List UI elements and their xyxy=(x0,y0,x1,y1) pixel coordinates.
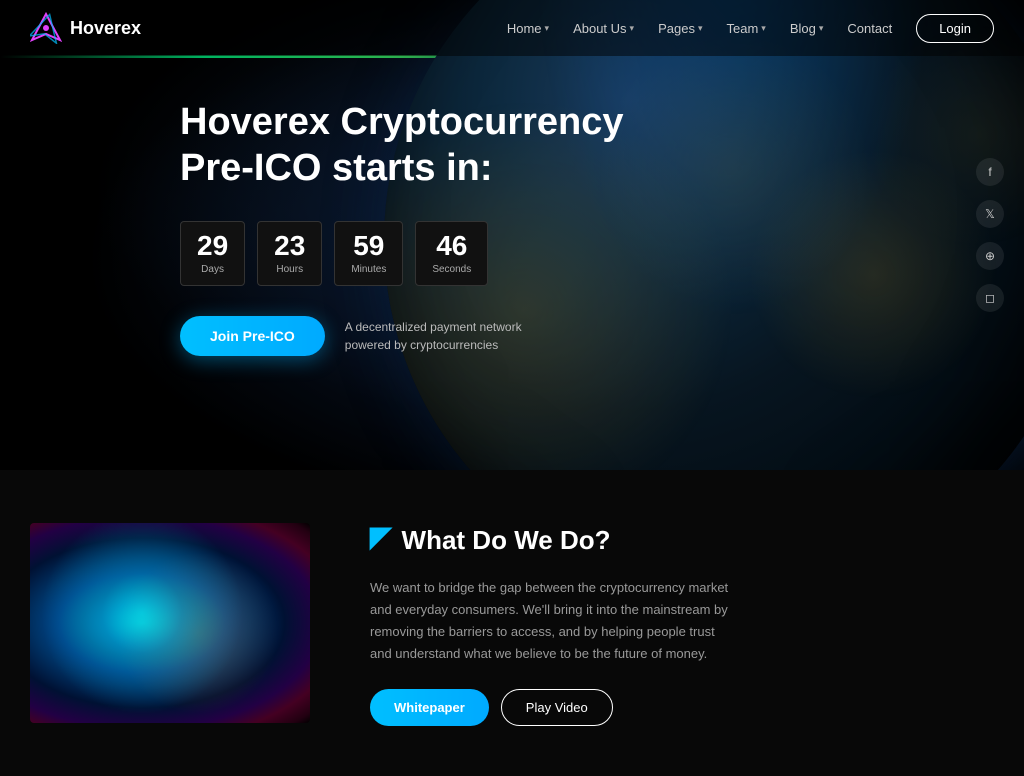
minutes-label: Minutes xyxy=(351,264,386,275)
countdown-seconds: 46 Seconds xyxy=(415,221,488,286)
what-we-do-section: ◤ What Do We Do? We want to bridge the g… xyxy=(0,470,1024,776)
hours-value: 23 xyxy=(274,232,305,260)
section2-buttons: Whitepaper Play Video xyxy=(370,689,994,726)
section2-body: We want to bridge the gap between the cr… xyxy=(370,577,730,665)
nebula-image xyxy=(30,523,310,723)
twitter-icon[interactable]: 𝕏 xyxy=(976,200,1004,228)
nav-home[interactable]: Home ▾ xyxy=(507,21,549,36)
brand-logo xyxy=(30,12,62,44)
home-dropdown-arrow: ▾ xyxy=(545,23,550,34)
join-preico-button[interactable]: Join Pre-ICO xyxy=(180,316,325,356)
pages-dropdown-arrow: ▾ xyxy=(698,23,703,34)
section2-title: ◤ What Do We Do? xyxy=(370,520,994,561)
whitepaper-button[interactable]: Whitepaper xyxy=(370,689,489,726)
countdown-minutes: 59 Minutes xyxy=(334,221,403,286)
hero-tagline: A decentralized payment network powered … xyxy=(345,318,522,354)
days-label: Days xyxy=(197,264,228,275)
dribbble-icon[interactable]: ⊕ xyxy=(976,242,1004,270)
nav-team[interactable]: Team ▾ xyxy=(726,21,765,36)
navbar: Hoverex Home ▾ About Us ▾ Pages ▾ Team ▾… xyxy=(0,0,1024,56)
countdown-days: 29 Days xyxy=(180,221,245,286)
blog-dropdown-arrow: ▾ xyxy=(819,23,824,34)
social-bar: f 𝕏 ⊕ ◻ xyxy=(976,158,1004,312)
play-video-button[interactable]: Play Video xyxy=(501,689,613,726)
crescent-icon: ◤ xyxy=(370,520,392,553)
countdown: 29 Days 23 Hours 59 Minutes 46 Seconds xyxy=(180,221,1024,286)
nav-contact[interactable]: Contact xyxy=(847,21,892,36)
nav-blog[interactable]: Blog ▾ xyxy=(790,21,824,36)
team-dropdown-arrow: ▾ xyxy=(761,23,766,34)
countdown-hours: 23 Hours xyxy=(257,221,322,286)
brand-name: Hoverex xyxy=(70,18,141,39)
hero-actions: Join Pre-ICO A decentralized payment net… xyxy=(180,316,1024,356)
minutes-value: 59 xyxy=(351,232,386,260)
brand[interactable]: Hoverex xyxy=(30,12,141,44)
about-dropdown-arrow: ▾ xyxy=(630,23,635,34)
nav-menu: Home ▾ About Us ▾ Pages ▾ Team ▾ Blog ▾ … xyxy=(507,14,994,43)
hero-section: f 𝕏 ⊕ ◻ Hoverex Cryptocurrency Pre-ICO s… xyxy=(0,0,1024,470)
hero-title: Hoverex Cryptocurrency Pre-ICO starts in… xyxy=(180,100,680,191)
days-value: 29 xyxy=(197,232,228,260)
seconds-value: 46 xyxy=(432,232,471,260)
login-button[interactable]: Login xyxy=(916,14,994,43)
hours-label: Hours xyxy=(274,264,305,275)
section2-content: ◤ What Do We Do? We want to bridge the g… xyxy=(370,520,994,726)
nav-pages[interactable]: Pages ▾ xyxy=(658,21,702,36)
nav-about[interactable]: About Us ▾ xyxy=(573,21,634,36)
instagram-icon[interactable]: ◻ xyxy=(976,284,1004,312)
seconds-label: Seconds xyxy=(432,264,471,275)
facebook-icon[interactable]: f xyxy=(976,158,1004,186)
